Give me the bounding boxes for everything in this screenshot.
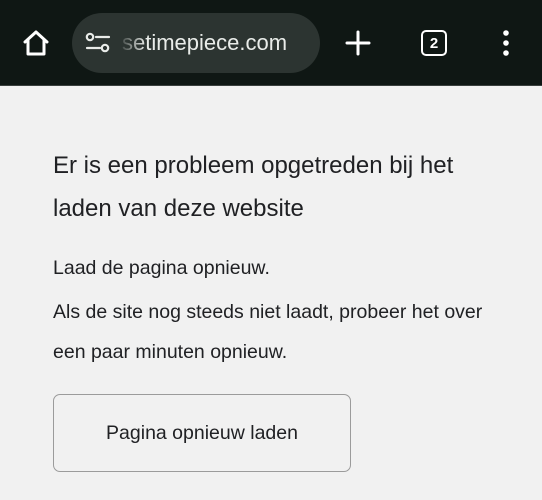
url-text[interactable]: setimepiece.com <box>122 13 287 73</box>
site-settings-button[interactable] <box>82 27 114 59</box>
home-icon <box>23 30 49 56</box>
home-button[interactable] <box>10 17 62 69</box>
tab-switcher-button[interactable]: 2 <box>408 17 460 69</box>
address-bar[interactable]: setimepiece.com <box>72 13 320 73</box>
browser-toolbar: setimepiece.com 2 <box>0 0 542 86</box>
error-title: Er is een probleem opgetreden bij het la… <box>53 152 454 222</box>
plus-icon <box>345 30 371 56</box>
reload-page-button[interactable]: Pagina opnieuw laden <box>53 394 351 472</box>
error-message-retry: Als de site nog steeds niet laadt, probe… <box>53 301 483 363</box>
new-tab-button[interactable] <box>332 17 384 69</box>
browser-menu-button[interactable] <box>480 17 532 69</box>
url-fade <box>118 13 146 73</box>
tab-count: 2 <box>421 30 447 56</box>
tune-icon <box>85 32 111 53</box>
error-message-reload: Laad de pagina opnieuw. <box>53 257 270 279</box>
more-vert-icon <box>503 30 509 56</box>
